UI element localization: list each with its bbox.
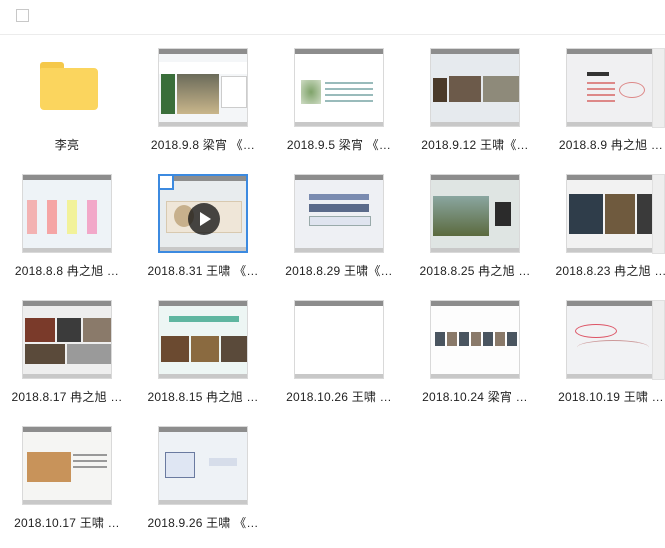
next-column-peek <box>652 174 665 254</box>
file-label: 2018.10.26 王啸 … <box>286 390 392 404</box>
play-icon[interactable] <box>188 203 220 235</box>
video-file-item[interactable]: 2018.10.17 王啸 … <box>14 426 154 544</box>
folder-icon <box>40 62 98 110</box>
video-file-item[interactable]: 2018.9.8 梁宵 《… <box>151 48 290 166</box>
video-thumbnail <box>430 300 520 379</box>
video-thumbnail <box>22 426 112 505</box>
video-thumbnail <box>22 300 112 379</box>
video-thumbnail <box>294 174 384 253</box>
video-file-item[interactable]: 2018.9.5 梁宵 《… <box>287 48 426 166</box>
video-file-item[interactable]: 2018.8.31 王啸 《… <box>147 174 290 292</box>
video-file-item[interactable]: 2018.8.15 冉之旭 … <box>147 300 290 418</box>
next-column-peek <box>652 300 665 380</box>
file-label: 2018.8.29 王啸《… <box>285 264 393 278</box>
video-file-item[interactable]: 2018.10.24 梁宵 … <box>422 300 562 418</box>
video-file-item[interactable]: 2018.8.9 冉之旭 … <box>559 48 665 166</box>
video-thumbnail <box>158 426 248 505</box>
video-file-item[interactable]: 2018.9.26 王啸 《… <box>147 426 290 544</box>
video-thumbnail <box>294 48 384 127</box>
file-label: 2018.9.12 王啸《… <box>421 138 529 152</box>
file-label: 2018.9.5 梁宵 《… <box>286 138 392 152</box>
item-checkbox[interactable] <box>160 176 174 190</box>
file-label: 2018.8.25 冉之旭 … <box>419 264 531 278</box>
video-file-item[interactable]: 2018.8.8 冉之旭 … <box>15 174 154 292</box>
video-thumbnail <box>158 174 248 253</box>
file-label: 2018.9.8 梁宵 《… <box>150 138 256 152</box>
folder-item[interactable]: 李亮 <box>22 48 154 166</box>
file-label: 2018.10.19 王啸 … <box>558 390 664 404</box>
video-file-item[interactable]: 2018.8.17 冉之旭 … <box>11 300 154 418</box>
video-thumbnail <box>294 300 384 379</box>
video-thumbnail <box>158 48 248 127</box>
video-thumbnail <box>22 174 112 253</box>
video-file-item[interactable]: 2018.8.25 冉之旭 … <box>419 174 562 292</box>
file-label: 2018.9.26 王啸 《… <box>147 516 259 530</box>
file-label: 2018.8.15 冉之旭 … <box>147 390 259 404</box>
folder-label: 李亮 <box>54 138 80 152</box>
video-file-item[interactable]: 2018.10.19 王啸 … <box>558 300 665 418</box>
video-file-item[interactable]: 2018.8.23 冉之旭 … <box>555 174 665 292</box>
video-thumbnail <box>430 48 520 127</box>
video-thumbnail <box>566 48 656 127</box>
video-thumbnail <box>566 300 656 379</box>
next-column-peek <box>652 48 665 128</box>
video-thumbnail <box>430 174 520 253</box>
video-thumbnail <box>566 174 656 253</box>
file-grid: 李亮 2018.9.8 梁宵 《… 2018.9.5 梁宵 《… 2018.9.12 … <box>0 0 665 548</box>
file-label: 2018.8.17 冉之旭 … <box>11 390 123 404</box>
video-file-item[interactable]: 2018.8.29 王啸《… <box>285 174 426 292</box>
file-label: 2018.10.24 梁宵 … <box>422 390 528 404</box>
video-file-item[interactable]: 2018.9.12 王啸《… <box>421 48 562 166</box>
file-label: 2018.10.17 王啸 … <box>14 516 120 530</box>
video-file-item[interactable]: 2018.10.26 王啸 … <box>286 300 426 418</box>
file-label: 2018.8.8 冉之旭 … <box>14 264 120 278</box>
video-thumbnail <box>158 300 248 379</box>
file-label: 2018.8.23 冉之旭 … <box>555 264 665 278</box>
file-label: 2018.8.9 冉之旭 … <box>558 138 664 152</box>
file-label: 2018.8.31 王啸 《… <box>147 264 259 278</box>
